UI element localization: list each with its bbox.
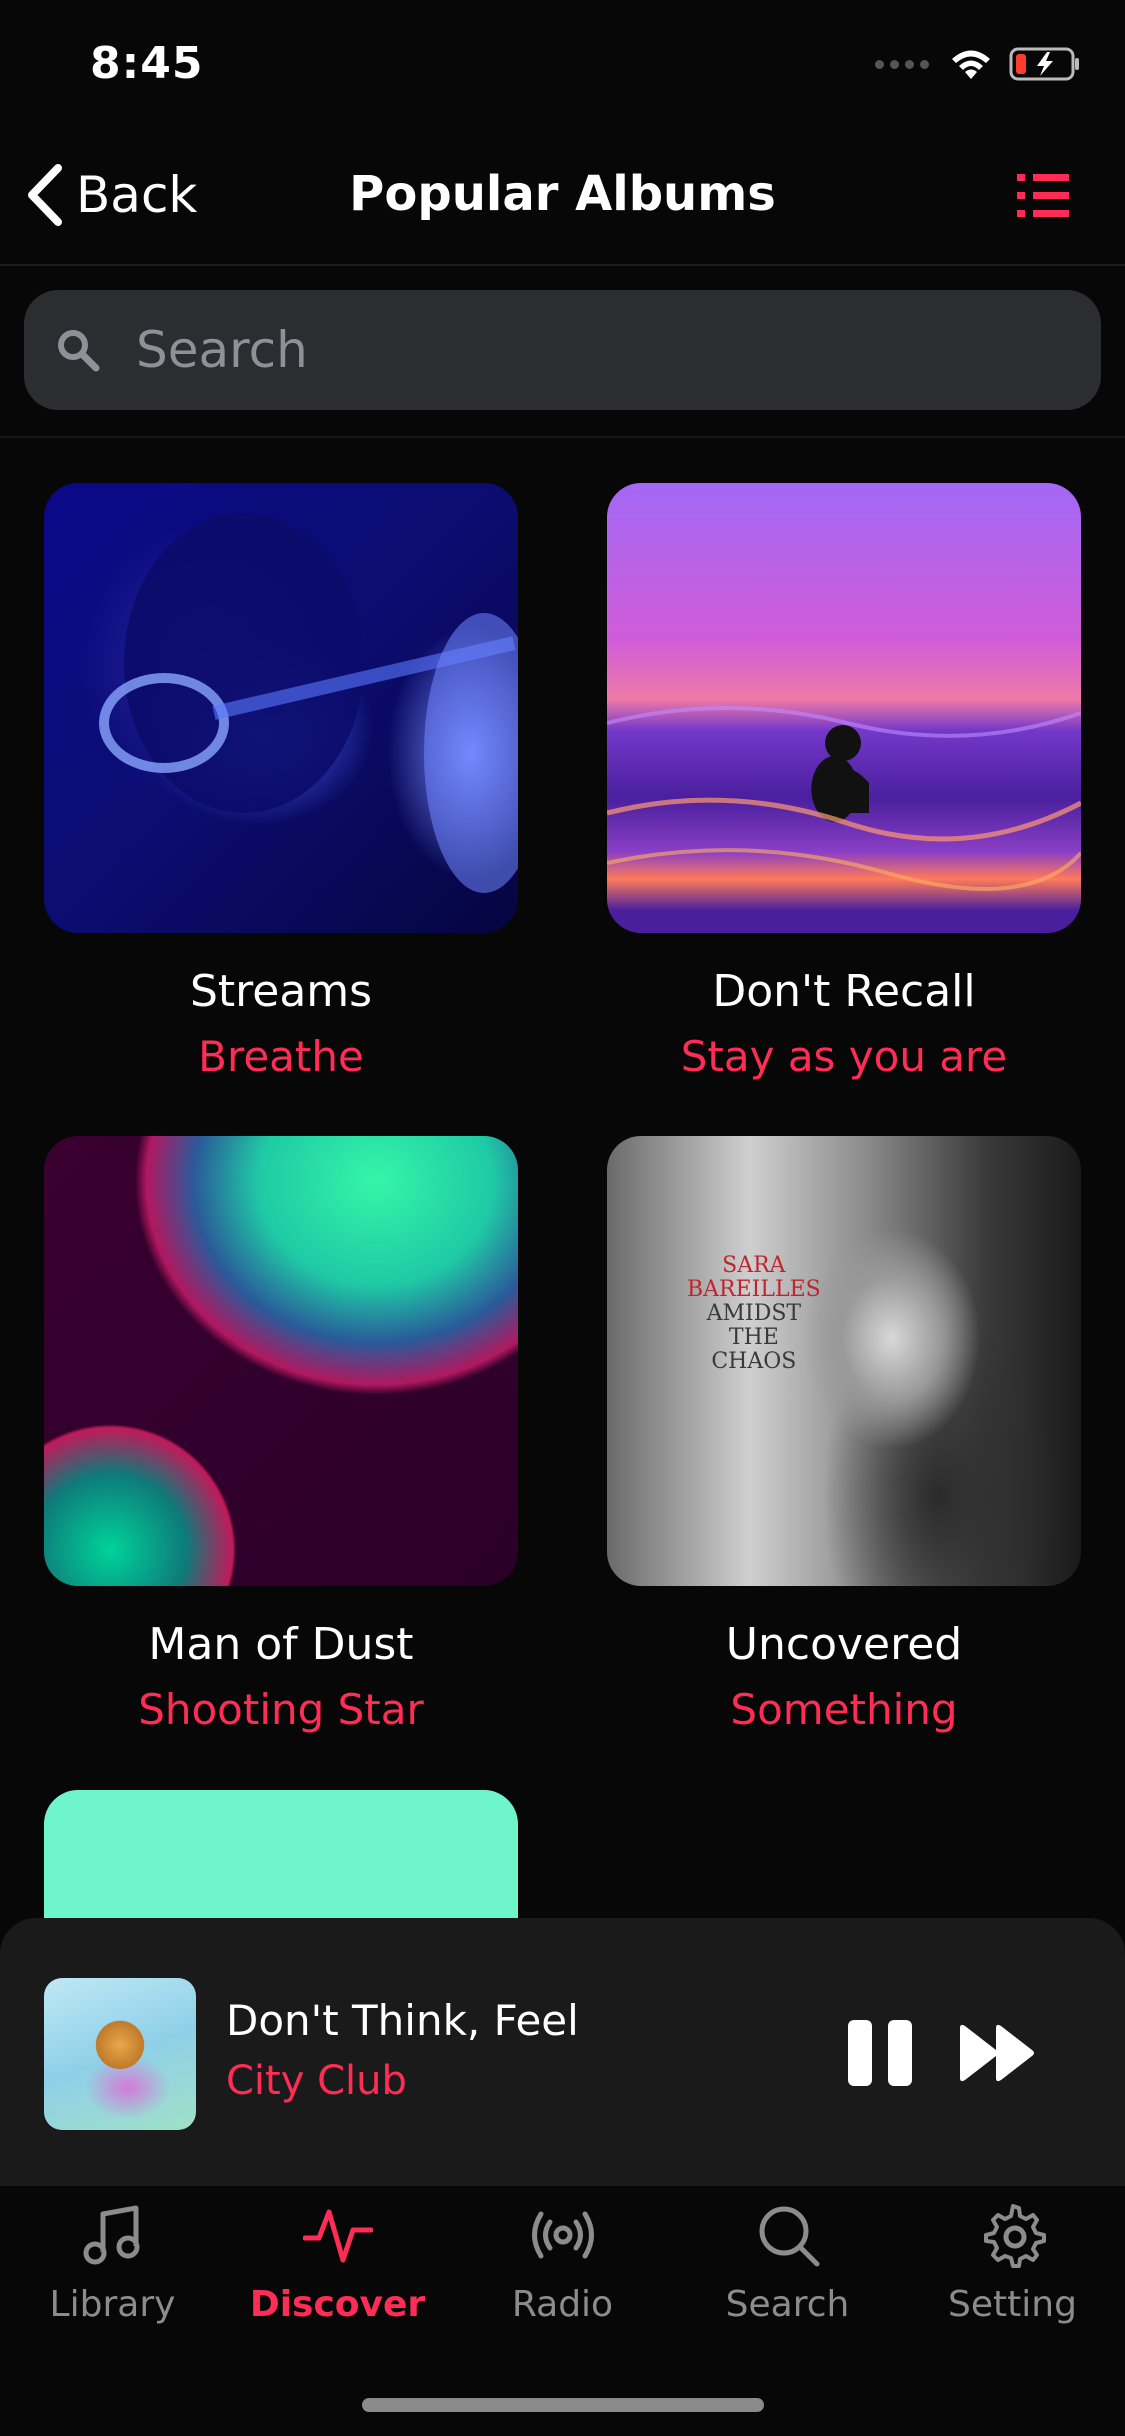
battery-icon — [1009, 47, 1079, 81]
tab-setting[interactable]: Setting — [900, 2200, 1125, 2325]
album-art-shapes — [607, 706, 1081, 891]
album-artist[interactable]: Something — [607, 1685, 1081, 1734]
album-title[interactable]: Uncovered — [607, 1619, 1081, 1670]
album-art-uncovered[interactable]: SARA BAREILLES AMIDST THE CHAOS — [607, 1136, 1081, 1586]
album-artist[interactable]: Shooting Star — [44, 1685, 518, 1734]
album-cover-text: SARA BAREILLES AMIDST THE CHAOS — [687, 1253, 821, 1374]
tab-label: Setting — [948, 2284, 1077, 2325]
album-artist[interactable]: Stay as you are — [607, 1032, 1081, 1081]
search-placeholder: Search — [136, 321, 308, 379]
gear-icon — [983, 2204, 1046, 2268]
search-field[interactable]: Search — [24, 290, 1101, 410]
tab-label: Radio — [511, 2284, 614, 2325]
list-menu-icon[interactable] — [1017, 172, 1069, 220]
album-title[interactable]: Don't Recall — [607, 966, 1081, 1017]
page-title: Popular Albums — [349, 166, 776, 222]
album-art-streams[interactable] — [44, 483, 518, 933]
album-title[interactable]: Streams — [44, 966, 518, 1017]
search-divider — [0, 436, 1125, 438]
album-artist[interactable]: Breathe — [44, 1032, 518, 1081]
album-art-shapes — [99, 513, 518, 893]
tab-library[interactable]: Library — [0, 2200, 225, 2325]
now-playing-artist[interactable]: City Club — [226, 2058, 407, 2104]
search-icon — [58, 330, 100, 372]
tab-label: Library — [49, 2284, 176, 2325]
fast-forward-icon[interactable] — [956, 2022, 1038, 2084]
pause-icon[interactable] — [846, 2018, 914, 2088]
status-time: 8:45 — [90, 38, 204, 89]
music-note-icon — [83, 2205, 139, 2265]
tab-label: Discover — [249, 2284, 426, 2325]
now-playing-title[interactable]: Don't Think, Feel — [226, 1996, 579, 2045]
tab-discover[interactable]: Discover — [225, 2200, 450, 2325]
pulse-icon — [302, 2209, 373, 2263]
tab-search[interactable]: Search — [675, 2200, 900, 2325]
album-art-man-of-dust[interactable] — [44, 1136, 518, 1586]
tab-label: Search — [725, 2284, 850, 2325]
tab-radio[interactable]: Radio — [450, 2200, 675, 2325]
home-indicator[interactable] — [362, 2398, 764, 2412]
now-playing-art[interactable] — [44, 1978, 196, 2130]
signal-icon — [875, 59, 929, 69]
search-icon — [759, 2206, 819, 2267]
status-icons — [875, 46, 1081, 82]
wifi-icon — [952, 50, 990, 79]
album-art-dont-recall[interactable] — [607, 483, 1081, 933]
radio-icon — [531, 2211, 594, 2259]
album-title[interactable]: Man of Dust — [44, 1619, 518, 1670]
nav-divider — [0, 264, 1125, 266]
